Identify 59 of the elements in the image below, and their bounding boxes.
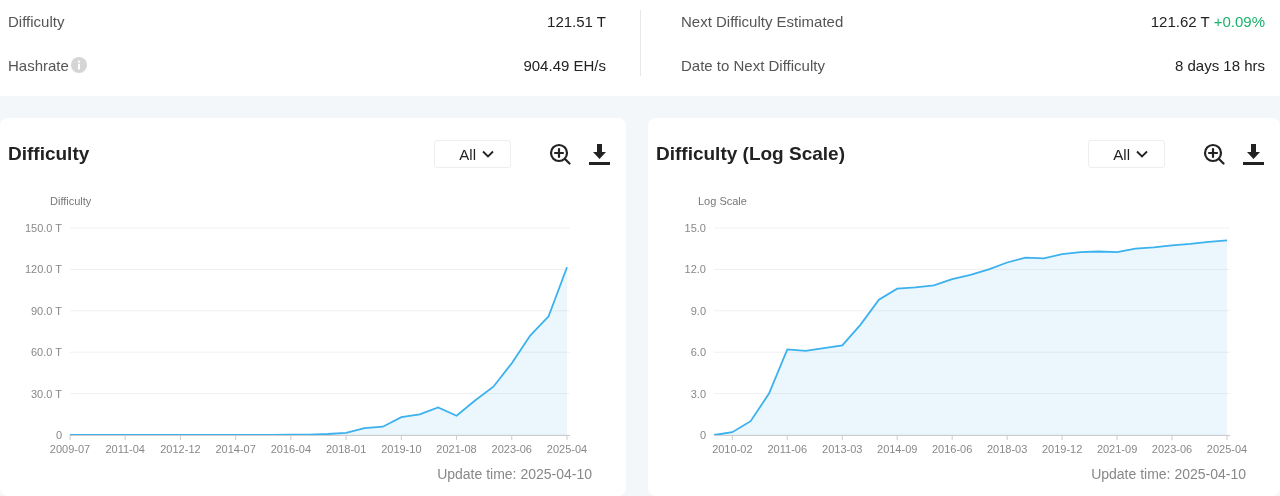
stat-value: 121.62 T [1150, 12, 1210, 30]
x-tick-label: 2023-06 [1151, 443, 1193, 455]
x-tick-label: 2025-04 [546, 443, 588, 455]
y-tick-label: 3.0 [690, 387, 706, 400]
y-tick-label: 9.0 [690, 304, 706, 317]
y-tick-label: 15.0 [684, 222, 706, 234]
change-percent: +0.09% [1213, 12, 1265, 30]
x-tick-label: 2019-12 [1041, 443, 1083, 455]
x-tick-label: 2013-03 [822, 443, 863, 455]
x-tick-label: 2023-06 [491, 443, 532, 455]
axis-title: Log Scale [698, 195, 747, 207]
update-time: Update time: 2025-04-10 [437, 466, 592, 482]
caret-icon [482, 150, 494, 158]
y-tick-label: 0 [699, 429, 706, 441]
x-tick-label: 2009-07 [49, 443, 91, 455]
caret-icon [1136, 150, 1148, 158]
chart-title: Difficulty (Log Scale) [656, 143, 846, 165]
x-tick-label: 2021-09 [1096, 443, 1138, 455]
y-tick-label: 0 [55, 429, 62, 441]
stat-label: Difficulty [8, 12, 65, 30]
x-tick-label: 2014-07 [215, 443, 256, 455]
x-tick-label: 2019-10 [381, 443, 422, 455]
download-icon [1243, 143, 1264, 165]
download-button[interactable] [589, 143, 610, 165]
x-tick-label: 2011-04 [105, 443, 145, 455]
stat-value: 904.49 EH/s [523, 56, 606, 74]
y-tick-label: 30.0 T [31, 387, 62, 400]
range-select[interactable]: All [1088, 140, 1165, 168]
x-tick-label: 2021-08 [436, 443, 477, 455]
zoom-button[interactable] [549, 143, 571, 165]
y-tick-label: 6.0 [690, 346, 706, 359]
stat-value: 8 days 18 hrs [1174, 56, 1265, 74]
axis-title: Difficulty [50, 195, 92, 207]
stat-label: Next Difficulty Estimated [681, 12, 844, 30]
download-icon [589, 143, 610, 165]
stat-label: Date to Next Difficulty [681, 56, 825, 74]
x-tick-label: 2011-06 [767, 443, 808, 455]
x-tick-label: 2010-02 [712, 443, 753, 455]
chart-title: Difficulty [8, 143, 91, 165]
y-tick-label: 12.0 [684, 263, 706, 276]
update-time: Update time: 2025-04-10 [1091, 466, 1246, 482]
zoom-in-icon [1203, 143, 1225, 165]
zoom-button[interactable] [1203, 143, 1225, 165]
zoom-in-icon [549, 143, 571, 165]
y-tick-label: 90.0 T [31, 304, 62, 317]
x-tick-label: 2018-01 [325, 443, 367, 455]
y-tick-label: 120.0 T [24, 263, 62, 276]
x-tick-label: 2014-09 [877, 443, 918, 455]
range-select[interactable]: All [434, 140, 511, 168]
x-tick-label: 2012-12 [160, 443, 201, 455]
x-tick-label: 2016-06 [932, 443, 973, 455]
download-button[interactable] [1243, 143, 1264, 165]
stat-value: 121.51 T [547, 12, 606, 30]
x-tick-label: 2018-03 [986, 443, 1028, 455]
y-tick-label: 60.0 T [31, 346, 62, 359]
stat-label: Hashrate [8, 56, 69, 74]
y-tick-label: 150.0 T [24, 222, 62, 234]
x-tick-label: 2025-04 [1206, 443, 1248, 455]
x-tick-label: 2016-04 [270, 443, 312, 455]
